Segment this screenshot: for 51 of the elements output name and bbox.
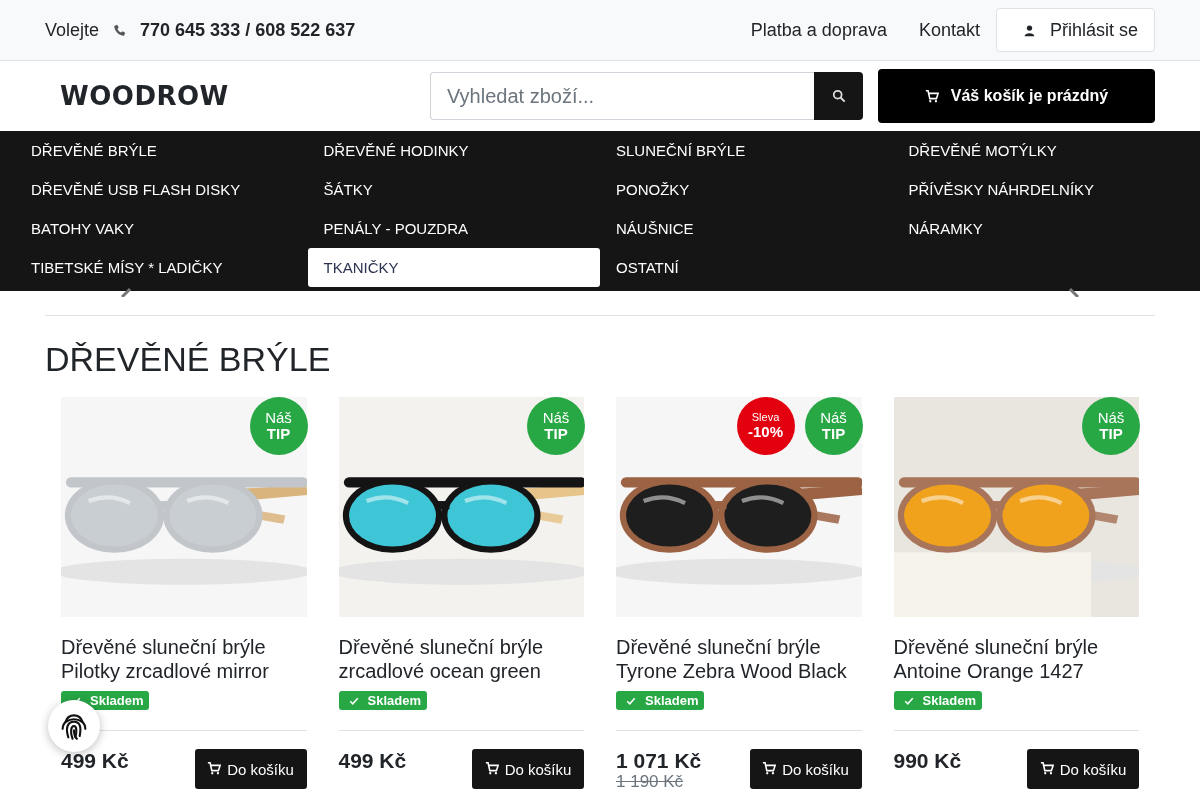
- chevron-right-icon: [1066, 287, 1082, 297]
- menu-item[interactable]: SLUNEČNÍ BRÝLE: [600, 131, 893, 170]
- user-icon: [1022, 23, 1036, 37]
- section-title: DŘEVĚNÉ BRÝLE: [45, 340, 332, 379]
- menu-item[interactable]: NÁRAMKY: [892, 209, 1185, 248]
- menu-item[interactable]: OSTATNÍ: [600, 248, 893, 287]
- menu-item[interactable]: BATOHY VAKY: [15, 209, 308, 248]
- price: 1 071 Kč: [616, 749, 702, 773]
- product-name[interactable]: Dřevěné sluneční brýle Pilotky zrcadlové mirror: [61, 635, 307, 683]
- stock-badge: Skladem: [893, 691, 982, 710]
- menu-item[interactable]: ŠÁTKY: [307, 170, 600, 209]
- menu-item[interactable]: TKANIČKY: [307, 248, 600, 287]
- cart-icon: [1039, 761, 1054, 775]
- add-to-cart-button[interactable]: Do košíku: [472, 749, 584, 789]
- phone-icon: [113, 23, 127, 37]
- phone-number: 770 645 333 / 608 522 637: [140, 19, 356, 41]
- cart-icon: [924, 89, 939, 103]
- login-button[interactable]: Přihlásit se: [995, 8, 1155, 52]
- price: 990 Kč: [893, 749, 962, 773]
- product-name[interactable]: Dřevěné sluneční brýle zrcadlové ocean green: [338, 635, 584, 683]
- nav-link[interactable]: Platba a doprava: [750, 19, 887, 41]
- menu-item[interactable]: PŘÍVĚSKY NÁHRDELNÍKY: [892, 170, 1185, 209]
- price: 499 Kč: [338, 749, 407, 773]
- cart-button[interactable]: Váš košík je prázdný: [878, 69, 1155, 123]
- menu-item[interactable]: DŘEVĚNÉ HODINKY: [307, 131, 600, 170]
- add-to-cart-button[interactable]: Do košíku: [749, 749, 862, 789]
- add-to-cart-button[interactable]: Do košíku: [1027, 749, 1139, 789]
- menu-item[interactable]: DŘEVĚNÉ MOTÝLKY: [892, 131, 1185, 170]
- logo[interactable]: WOODROW: [60, 81, 430, 111]
- stock-badge: Skladem: [338, 691, 427, 710]
- chevron-left-icon: [118, 287, 134, 297]
- search-field[interactable]: Vyhledat zboží...: [430, 72, 814, 120]
- call-label: Volejte: [45, 19, 100, 41]
- menu-item[interactable]: DŘEVĚNÉ BRÝLE: [15, 131, 308, 170]
- menu-item[interactable]: DŘEVĚNÉ USB FLASH DISKY: [15, 170, 308, 209]
- price: 499 Kč: [61, 749, 129, 773]
- menu-item[interactable]: PONOŽKY: [600, 170, 893, 209]
- cart-icon: [762, 761, 777, 775]
- menu-item[interactable]: PENÁLY - POUZDRA: [307, 209, 600, 248]
- cart-icon: [207, 761, 222, 775]
- old-price: 1 190 Kč: [616, 773, 685, 791]
- product-name[interactable]: Dřevěné sluneční brýle Tyrone Zebra Wood Black: [616, 635, 862, 683]
- menu-item[interactable]: NÁUŠNICE: [600, 209, 893, 248]
- nav-link[interactable]: Kontakt: [918, 19, 980, 41]
- cart-icon: [484, 761, 499, 775]
- add-to-cart-button[interactable]: Do košíku: [194, 749, 307, 789]
- search-icon: [831, 89, 846, 103]
- menu-item[interactable]: TIBETSKÉ MÍSY * LADIČKY: [15, 248, 308, 287]
- product-name[interactable]: Dřevěné sluneční brýle Antoine Orange 1427: [893, 635, 1139, 683]
- stock-badge: Skladem: [616, 691, 705, 710]
- search-button[interactable]: [814, 72, 863, 120]
